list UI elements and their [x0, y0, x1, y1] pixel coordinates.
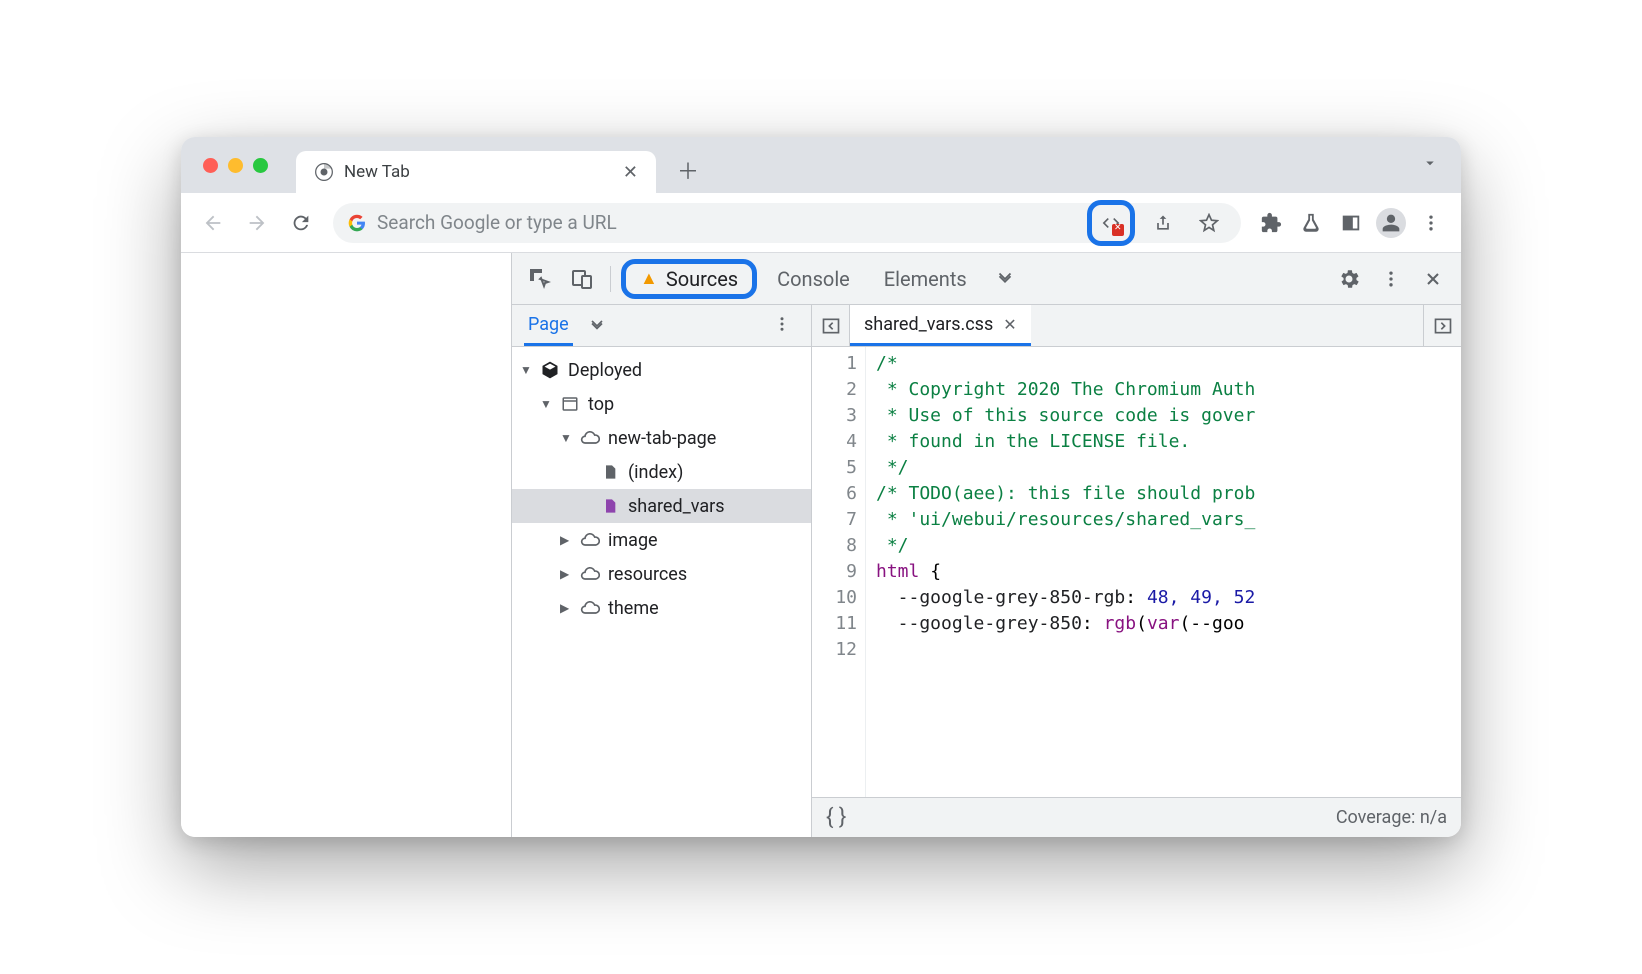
file-tab-label: shared_vars.css	[864, 314, 993, 335]
file-icon	[600, 462, 620, 482]
tabs-overflow-icon[interactable]	[1421, 154, 1439, 176]
browser-tab[interactable]: New Tab ✕	[296, 151, 656, 193]
inspect-element-icon[interactable]	[522, 261, 558, 297]
new-tab-button[interactable]: ＋	[670, 152, 706, 188]
tab-elements[interactable]: Elements	[870, 261, 981, 297]
devtools-error-indicator-icon[interactable]	[1094, 206, 1128, 240]
sidebar-overflow-icon[interactable]	[765, 311, 799, 341]
code-content: /* * Copyright 2020 The Chromium Auth * …	[866, 347, 1461, 797]
browser-toolbar: Search Google or type a URL	[181, 193, 1461, 253]
editor-tabs: shared_vars.css ✕	[812, 305, 1461, 347]
warning-icon: ▲	[640, 268, 658, 289]
tree-index[interactable]: (index)	[512, 455, 811, 489]
device-toggle-icon[interactable]	[564, 261, 600, 297]
back-button[interactable]	[193, 203, 233, 243]
css-file-icon	[600, 496, 620, 516]
tree-label: theme	[608, 598, 659, 619]
minimize-window-button[interactable]	[228, 158, 243, 173]
share-icon[interactable]	[1145, 205, 1181, 241]
side-panel-icon[interactable]	[1333, 205, 1369, 241]
file-tree: ▼ Deployed ▼ top	[512, 347, 811, 837]
tab-elements-label: Elements	[884, 267, 967, 291]
window-controls	[203, 158, 268, 173]
sources-sidebar: Page ▼ D	[512, 305, 812, 837]
extensions-icon[interactable]	[1253, 205, 1289, 241]
tree-shared-vars[interactable]: shared_vars	[512, 489, 811, 523]
devtools-menu-icon[interactable]	[1373, 261, 1409, 297]
tree-label: shared_vars	[628, 496, 725, 517]
devtools-panel: ▲ Sources Console Elements	[511, 253, 1461, 837]
reload-button[interactable]	[281, 203, 321, 243]
tree-top[interactable]: ▼ top	[512, 387, 811, 421]
forward-button[interactable]	[237, 203, 277, 243]
chrome-menu-icon[interactable]	[1413, 205, 1449, 241]
labs-icon[interactable]	[1293, 205, 1329, 241]
coverage-status: Coverage: n/a	[1336, 807, 1447, 828]
tab-console[interactable]: Console	[763, 261, 864, 297]
chrome-icon	[314, 162, 334, 182]
code-viewer[interactable]: 123456789101112 /* * Copyright 2020 The …	[812, 347, 1461, 797]
pretty-print-icon[interactable]: { }	[826, 805, 846, 830]
editor-statusbar: { } Coverage: n/a	[812, 797, 1461, 837]
cloud-icon	[580, 564, 600, 584]
tree-label: Deployed	[568, 360, 642, 381]
devtools-tabbar: ▲ Sources Console Elements	[512, 253, 1461, 305]
google-icon	[347, 213, 367, 233]
tree-theme[interactable]: ▶ theme	[512, 591, 811, 625]
close-tab-icon[interactable]: ✕	[623, 162, 638, 183]
line-gutter: 123456789101112	[812, 347, 866, 797]
tree-resources[interactable]: ▶ resources	[512, 557, 811, 591]
file-tab-shared-vars[interactable]: shared_vars.css ✕	[850, 305, 1031, 346]
cloud-icon	[580, 428, 600, 448]
separator	[610, 266, 611, 292]
frame-icon	[560, 394, 580, 414]
devtools-indicator-highlight	[1087, 200, 1135, 246]
tab-sources[interactable]: ▲ Sources	[621, 259, 757, 299]
show-debugger-icon[interactable]	[1423, 305, 1461, 346]
page-viewport	[181, 253, 511, 837]
tree-new-tab-page[interactable]: ▼ new-tab-page	[512, 421, 811, 455]
address-bar[interactable]: Search Google or type a URL	[333, 203, 1241, 243]
settings-gear-icon[interactable]	[1331, 261, 1367, 297]
close-window-button[interactable]	[203, 158, 218, 173]
tree-label: top	[588, 394, 614, 415]
cloud-icon	[580, 530, 600, 550]
show-navigator-icon[interactable]	[812, 305, 850, 346]
sidebar-tab-page[interactable]: Page	[524, 306, 573, 346]
tab-strip: New Tab ✕ ＋	[181, 137, 1461, 193]
sidebar-more-tabs-icon[interactable]	[587, 308, 607, 344]
maximize-window-button[interactable]	[253, 158, 268, 173]
tree-label: new-tab-page	[608, 428, 716, 449]
close-devtools-icon[interactable]	[1415, 261, 1451, 297]
tree-label: (index)	[628, 462, 683, 483]
cloud-icon	[580, 598, 600, 618]
omnibox-placeholder: Search Google or type a URL	[377, 211, 617, 234]
sidebar-tabs: Page	[512, 305, 811, 347]
devtools-body: Page ▼ D	[512, 305, 1461, 837]
tree-image[interactable]: ▶ image	[512, 523, 811, 557]
close-file-icon[interactable]: ✕	[1003, 315, 1016, 334]
tab-console-label: Console	[777, 267, 850, 291]
tab-sources-label: Sources	[666, 267, 738, 291]
bookmark-star-icon[interactable]	[1191, 205, 1227, 241]
browser-window: New Tab ✕ ＋ Search Google or type a URL	[181, 137, 1461, 837]
tab-title: New Tab	[344, 162, 410, 182]
profile-avatar[interactable]	[1373, 205, 1409, 241]
tree-deployed[interactable]: ▼ Deployed	[512, 353, 811, 387]
source-editor: shared_vars.css ✕ 123456789101112 /* * C…	[812, 305, 1461, 837]
tree-label: image	[608, 530, 658, 551]
tree-label: resources	[608, 564, 687, 585]
deployed-icon	[540, 360, 560, 380]
more-tabs-icon[interactable]	[987, 261, 1023, 297]
content-area: ▲ Sources Console Elements	[181, 253, 1461, 837]
